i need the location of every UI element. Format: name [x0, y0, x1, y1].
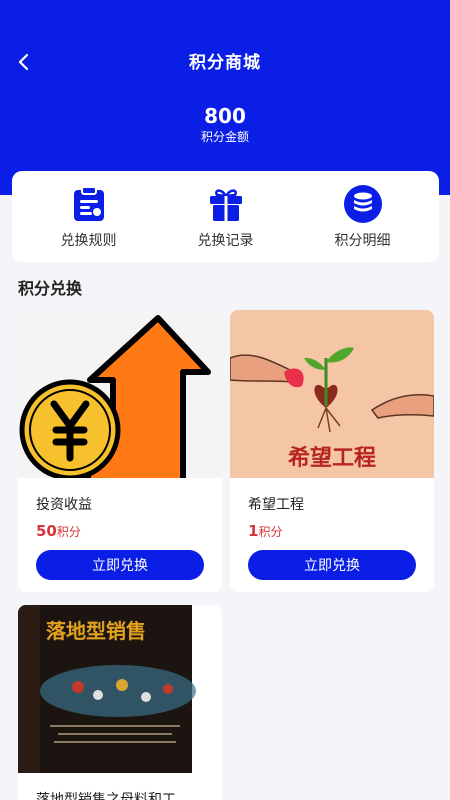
shortcut-label: 兑换规则	[60, 232, 117, 249]
header-bar: 积分商城 800 积分金额	[0, 0, 450, 195]
price-value: 1	[248, 522, 259, 540]
product-image-investment	[18, 310, 222, 478]
exchange-rules-shortcut[interactable]: 兑换规则	[34, 184, 144, 250]
points-balance-label: 积分金额	[200, 130, 249, 144]
gift-icon	[206, 184, 246, 224]
product-card[interactable]: 希望工程 希望工程 1积分 立即兑换	[230, 310, 434, 592]
page-title: 积分商城	[189, 53, 261, 73]
points-balance: 800	[204, 104, 246, 128]
shortcut-label: 兑换记录	[197, 232, 254, 249]
product-card[interactable]: 投资收益 50积分 立即兑换	[18, 310, 222, 592]
product-card[interactable]: 落地型销售 落地型销售之母料和工	[18, 605, 222, 800]
product-image-hope-project: 希望工程	[230, 310, 434, 478]
product-price: 50积分	[36, 522, 81, 540]
product-name: 投资收益	[36, 497, 92, 513]
shortcut-label: 积分明细	[334, 232, 391, 249]
exchange-records-shortcut[interactable]: 兑换记录	[171, 184, 281, 250]
product-name: 希望工程	[248, 497, 304, 513]
points-detail-shortcut[interactable]: 积分明细	[308, 184, 418, 250]
image-caption: 希望工程	[287, 446, 376, 471]
clipboard-icon	[69, 184, 109, 224]
book-title-text: 落地型销售	[46, 619, 146, 643]
price-unit: 积分	[258, 525, 283, 539]
price-unit: 积分	[56, 525, 81, 539]
product-price: 1积分	[248, 522, 282, 540]
shortcut-panel: 兑换规则 兑换记录 积分明细	[12, 171, 439, 262]
section-title: 积分兑换	[18, 279, 83, 298]
price-value: 50	[36, 522, 57, 540]
product-name: 落地型销售之母料和工	[36, 792, 176, 800]
coin-stack-icon	[343, 184, 383, 224]
redeem-button[interactable]: 立即兑换	[36, 550, 204, 580]
product-image-book: 落地型销售	[18, 605, 222, 773]
redeem-button[interactable]: 立即兑换	[248, 550, 416, 580]
